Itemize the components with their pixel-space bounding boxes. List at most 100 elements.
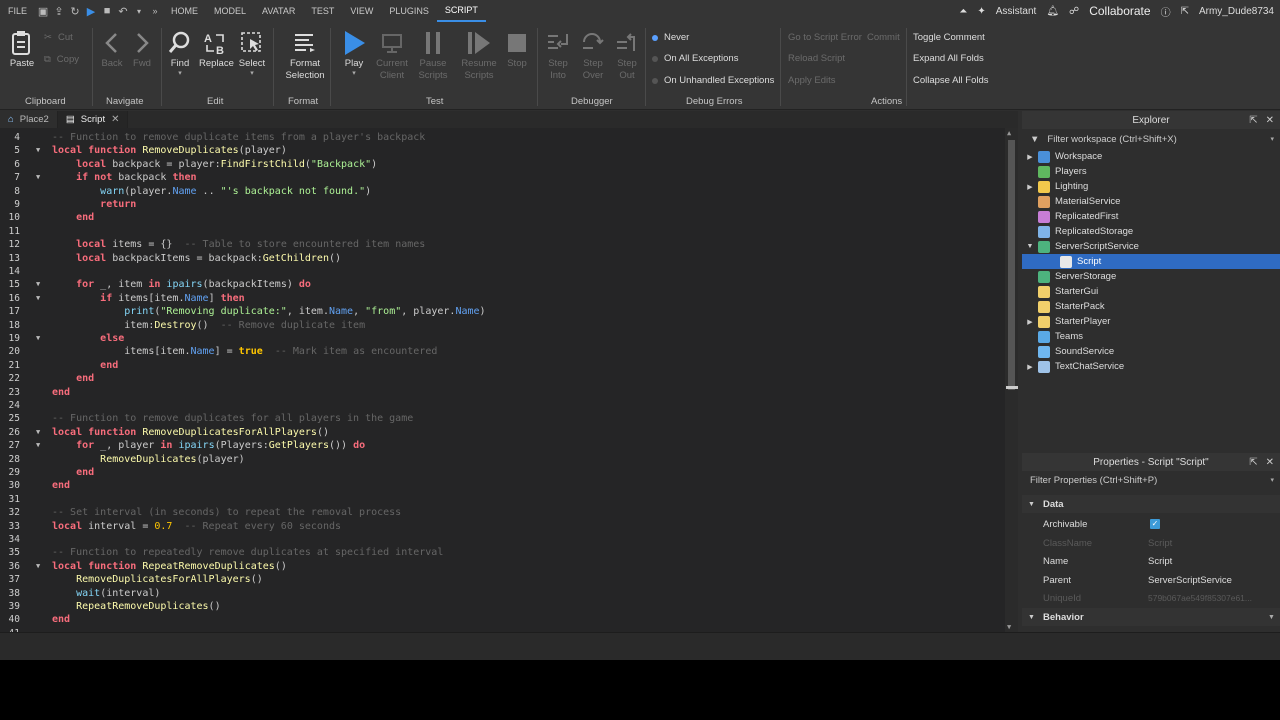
editor-scrollbar[interactable]: ▲ ▼ [1005, 128, 1018, 632]
code-line[interactable]: 39 RepeatRemoveDuplicates() [0, 600, 1005, 613]
fold-toggle-icon[interactable]: ▼ [36, 292, 40, 305]
code-line[interactable]: 31 [0, 493, 1005, 506]
explorer-item-starterplayer[interactable]: ▶ StarterPlayer [1022, 314, 1280, 329]
code-line[interactable]: 13 local backpackItems = backpack:GetChi… [0, 252, 1005, 265]
code-line[interactable]: 38 wait(interval) [0, 587, 1005, 600]
code-line[interactable]: 37 RemoveDuplicatesForAllPlayers() [0, 573, 1005, 586]
help-icon[interactable]: ⓘ [1161, 4, 1171, 19]
tab-test[interactable]: TEST [303, 0, 342, 22]
fold-toggle-icon[interactable]: ▼ [36, 144, 40, 157]
code-line[interactable]: 14 [0, 265, 1005, 278]
section-behavior[interactable]: ▼ Behavior [1022, 608, 1280, 626]
publish-icon[interactable]: ⇪ [51, 0, 67, 22]
explorer-filter[interactable]: ▼ Filter workspace (Ctrl+Shift+X) ▾ [1022, 131, 1280, 147]
paste-button[interactable]: Paste [8, 28, 36, 70]
notification-icon[interactable]: 🔔︎ [1046, 6, 1059, 17]
filter-dropdown-icon[interactable]: ▾ [1270, 476, 1274, 484]
commit-button[interactable]: Commit [867, 32, 900, 43]
fold-toggle-icon[interactable]: ▼ [36, 278, 40, 291]
code-line[interactable]: 23 end [0, 386, 1005, 399]
code-line[interactable]: 28 RemoveDuplicates(player) [0, 453, 1005, 466]
code-line[interactable]: 5 ▼ local function RemoveDuplicates(player… [0, 144, 1005, 157]
code-line[interactable]: 32 -- Set interval (in seconds) to repeat… [0, 506, 1005, 519]
fold-toggle-icon[interactable]: ▼ [36, 560, 40, 573]
explorer-item-serverscriptservice[interactable]: ▼ ServerScriptService [1022, 239, 1280, 254]
property-value[interactable]: Script [1148, 556, 1172, 567]
explorer-item-serverstorage[interactable]: ServerStorage [1022, 269, 1280, 284]
tab-script-doc[interactable]: ▤ Script ✕ [57, 111, 129, 128]
property-row[interactable]: Parent ServerScriptService [1022, 571, 1280, 589]
code-line[interactable]: 40 end [0, 613, 1005, 626]
tab-home[interactable]: HOME [163, 0, 206, 22]
explorer-item-script[interactable]: Script [1022, 254, 1280, 269]
username[interactable]: Army_Dude8734 [1199, 6, 1274, 17]
explorer-item-soundservice[interactable]: SoundService [1022, 344, 1280, 359]
property-value[interactable]: ServerScriptService [1148, 575, 1232, 586]
stop-small-icon[interactable]: ■ [99, 0, 115, 22]
code-line[interactable]: 36 ▼ local function RepeatRemoveDuplicates… [0, 560, 1005, 573]
code-line[interactable]: 9 return [0, 198, 1005, 211]
debug-never-option[interactable]: Never [652, 32, 689, 43]
stop-button[interactable]: Stop [503, 28, 531, 70]
scrollbar-thumb[interactable] [1008, 140, 1015, 390]
code-line[interactable]: 29 end [0, 466, 1005, 479]
property-row[interactable]: Name Script [1022, 552, 1280, 570]
save-icon[interactable]: ▣ [35, 0, 51, 22]
quick-access-more-icon[interactable]: » [147, 0, 163, 22]
explorer-item-replicatedfirst[interactable]: ReplicatedFirst [1022, 209, 1280, 224]
expand-arrow-icon[interactable]: ▶ [1022, 153, 1038, 161]
collapse-all-folds-button[interactable]: Collapse All Folds [913, 75, 989, 86]
code-line[interactable]: 10 end [0, 211, 1005, 224]
tab-avatar[interactable]: AVATAR [254, 0, 303, 22]
assistant-button[interactable]: Assistant [996, 6, 1037, 17]
code-line[interactable]: 33 local interval = 0.7 -- Repeat every 6… [0, 520, 1005, 533]
forward-button[interactable]: Fwd [128, 28, 156, 70]
current-client-button[interactable]: Current Client [372, 28, 412, 82]
property-row[interactable]: Archivable ✓ [1022, 515, 1280, 533]
code-line[interactable]: 18 item:Destroy() -- Remove duplicate it… [0, 319, 1005, 332]
explorer-item-workspace[interactable]: ▶ Workspace [1022, 149, 1280, 164]
explorer-item-materialservice[interactable]: MaterialService [1022, 194, 1280, 209]
tab-plugins[interactable]: PLUGINS [381, 0, 437, 22]
code-line[interactable]: 6 local backpack = player:FindFirstChild… [0, 158, 1005, 171]
code-line[interactable]: 4 -- Function to remove duplicate items f… [0, 131, 1005, 144]
code-line[interactable]: 20 items[item.Name] = true -- Mark item … [0, 345, 1005, 358]
find-button[interactable]: Find ▾ [166, 28, 194, 78]
filter-dropdown-icon[interactable]: ▾ [1270, 135, 1274, 143]
close-panel-icon[interactable]: ✕ [1266, 457, 1274, 468]
reload-script-button[interactable]: Reload Script [788, 53, 845, 64]
replace-button[interactable]: AB Replace [199, 28, 234, 70]
code-line[interactable]: 19 ▼ else [0, 332, 1005, 345]
format-selection-button[interactable]: Format Selection [281, 28, 329, 82]
pause-scripts-button[interactable]: Pause Scripts [415, 28, 451, 82]
code-line[interactable]: 8 warn(player.Name .. "'s backpack not f… [0, 185, 1005, 198]
explorer-item-startergui[interactable]: StarterGui [1022, 284, 1280, 299]
code-line[interactable]: 21 end [0, 359, 1005, 372]
file-menu[interactable]: FILE [0, 0, 35, 22]
code-line[interactable]: 24 [0, 399, 1005, 412]
explorer-item-players[interactable]: Players [1022, 164, 1280, 179]
code-line[interactable]: 16 ▼ if items[item.Name] then [0, 292, 1005, 305]
code-line[interactable]: 11 [0, 225, 1005, 238]
code-line[interactable]: 27 ▼ for _, player in ipairs(Players:GetP… [0, 439, 1005, 452]
explorer-item-replicatedstorage[interactable]: ReplicatedStorage [1022, 224, 1280, 239]
goto-script-error-button[interactable]: Go to Script Error [788, 32, 862, 43]
expand-arrow-icon[interactable]: ▶ [1022, 183, 1038, 191]
apply-edits-button[interactable]: Apply Edits [788, 75, 836, 86]
expand-arrow-icon[interactable]: ▼ [1022, 243, 1038, 250]
collapse-ribbon-icon[interactable]: ⏶ [959, 6, 967, 17]
redo-icon[interactable]: ↻ [67, 0, 83, 22]
explorer-item-starterpack[interactable]: StarterPack [1022, 299, 1280, 314]
debug-all-exceptions-option[interactable]: On All Exceptions [652, 53, 738, 64]
debug-unhandled-exceptions-option[interactable]: On Unhandled Exceptions [652, 75, 774, 86]
code-line[interactable]: 22 end [0, 372, 1005, 385]
expand-all-folds-button[interactable]: Expand All Folds [913, 53, 984, 64]
code-line[interactable]: 34 [0, 533, 1005, 546]
expand-arrow-icon[interactable]: ▶ [1022, 318, 1038, 326]
share-icon[interactable]: ⇱ [1181, 6, 1189, 17]
tab-place2[interactable]: ⌂ Place2 [0, 111, 58, 128]
code-line[interactable]: 15 ▼ for _, item in ipairs(backpackItems)… [0, 278, 1005, 291]
step-over-button[interactable]: Step Over [578, 28, 608, 82]
scroll-down-icon[interactable]: ▼ [1007, 623, 1011, 631]
code-line[interactable]: 17 print("Removing duplicate:", item.Nam… [0, 305, 1005, 318]
